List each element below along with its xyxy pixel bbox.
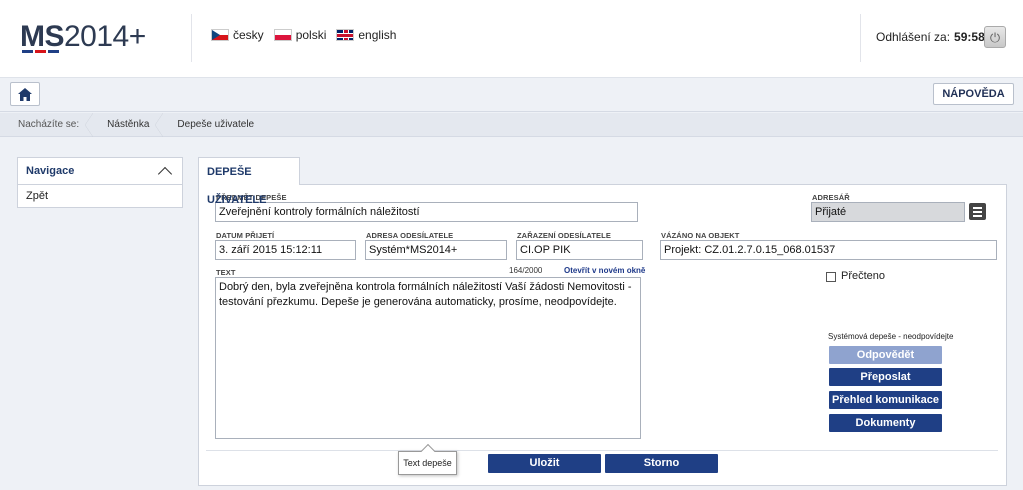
power-icon: ⏻ [989,29,1001,45]
breadcrumb: Nacházíte se: Nástěnka Depeše uživatele [0,112,1023,137]
text-tooltip: Text depeše [398,451,457,475]
navigation-title: Navigace [26,165,75,177]
open-new-window-link[interactable]: Otevřít v novém okně [564,266,645,275]
logout-button[interactable]: ⏻ [984,26,1006,48]
logo-flag-icon [22,50,59,53]
nav-item-back[interactable]: Zpět [18,185,182,207]
logo: MS2014+ [20,20,146,54]
text-label: TEXT [216,268,236,277]
sender-assignment-label: ZAŘAZENÍ ODESÍLATELE [517,231,611,240]
lang-czech[interactable]: česky [211,28,264,42]
home-icon [18,87,32,101]
header-divider [191,14,192,62]
sender-address-field[interactable]: Systém*MS2014+ [365,240,507,260]
cz-flag-icon [211,29,229,41]
toolbar: NÁPOVĚDA [0,78,1023,112]
lang-english-label: english [358,28,397,42]
breadcrumb-item-current: Depeše uživatele [177,118,255,130]
chevron-up-icon [157,166,173,182]
documents-button[interactable]: Dokumenty [829,414,942,432]
addressbook-label: ADRESÁŘ [812,193,850,202]
logout-timer-value: 59:58 [954,30,985,44]
received-label: DATUM PŘIJETÍ [216,231,275,240]
save-button[interactable]: Uložit [488,454,601,473]
subject-field[interactable]: Zveřejnění kontroly formálních náležitos… [215,202,638,222]
breadcrumb-item-dashboard[interactable]: Nástěnka [89,112,164,137]
logout-label: Odhlášení za: [876,30,951,44]
navigation-header[interactable]: Navigace [18,158,182,185]
list-icon[interactable] [969,203,986,220]
tab-user-messages[interactable]: DEPEŠE UŽIVATELE [198,157,300,206]
received-field[interactable]: 3. září 2015 15:12:11 [215,240,356,260]
text-counter: 164/2000 [509,266,543,275]
lang-english[interactable]: english [336,28,396,42]
bound-object-field[interactable]: Projekt: CZ.01.2.7.0.15_068.01537 [660,240,997,260]
forward-button[interactable]: Přeposlat [829,368,942,386]
read-checkbox[interactable] [826,272,836,282]
lang-polish-label: polski [295,28,327,42]
help-button[interactable]: NÁPOVĚDA [933,83,1014,105]
sender-assignment-field[interactable]: CI.OP PIK [516,240,643,260]
system-note: Systémová depeše - neodpovídejte [828,332,954,341]
breadcrumb-prefix: Nacházíte se: [0,112,94,137]
logout-timer: Odhlášení za: 59:58 [876,30,985,44]
lang-polish[interactable]: polski [273,28,327,42]
cancel-button[interactable]: Storno [605,454,718,473]
header-divider-right [860,14,861,62]
footer-divider [206,450,998,451]
uk-flag-icon [336,29,355,41]
bound-object-label: VÁZÁNO NA OBJEKT [661,231,740,240]
pl-flag-icon [273,29,292,41]
addressbook-field[interactable]: Přijaté [811,202,965,222]
message-text-area[interactable]: Dobrý den, byla zveřejněna kontrola form… [215,277,641,439]
home-button[interactable] [10,82,40,106]
reply-button[interactable]: Odpovědět [829,346,942,364]
logo-rest-text: 2014+ [64,20,146,53]
read-label: Přečteno [841,270,886,282]
logo-bold-text: MS [20,20,65,53]
header: MS2014+ česky polski english Odhlášení z… [0,0,1023,78]
language-switcher: česky polski english [211,28,396,42]
sender-address-label: ADRESA ODESÍLATELE [366,231,454,240]
communication-overview-button[interactable]: Přehled komunikace [829,391,942,409]
lang-czech-label: česky [233,28,264,42]
navigation-panel: Navigace Zpět [17,157,183,208]
